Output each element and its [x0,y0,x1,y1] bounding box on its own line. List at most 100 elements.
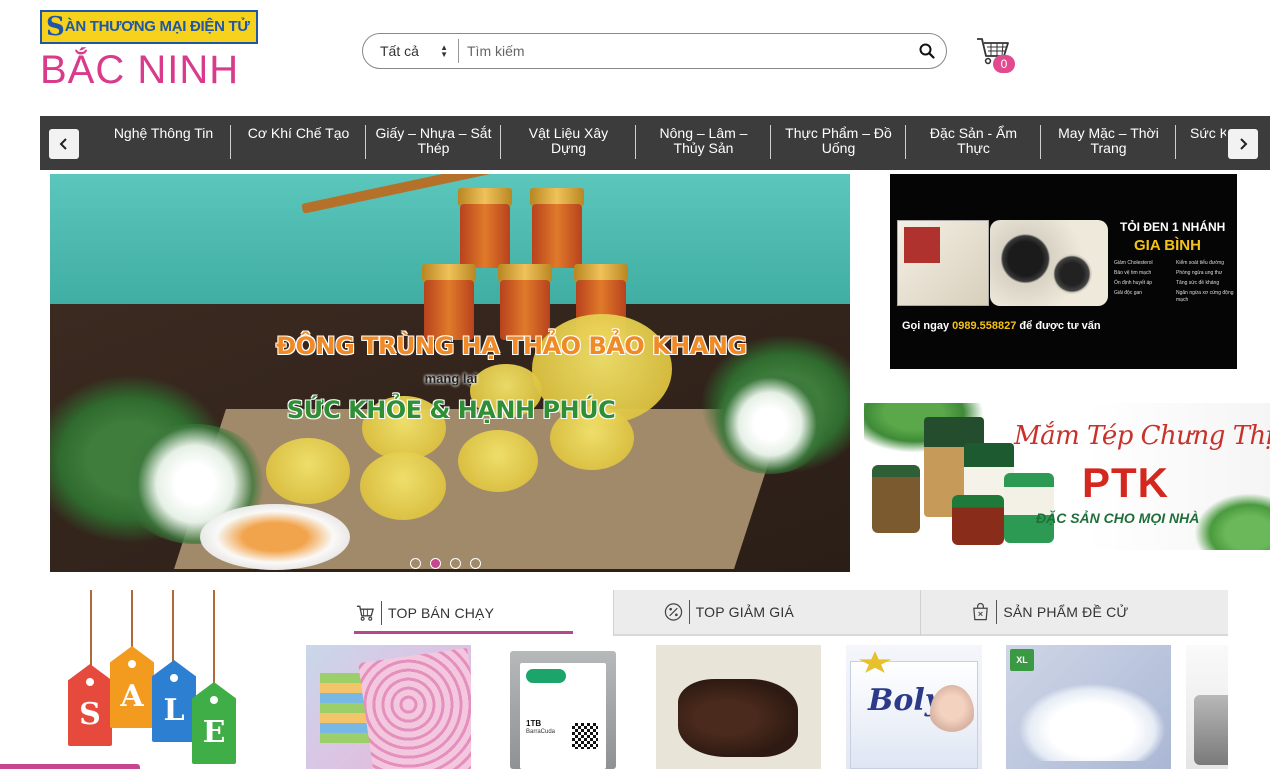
category-item[interactable]: Giấy – Nhựa – Sắt Thép [366,116,501,170]
cart-count-badge: 0 [993,55,1015,73]
garlic-title: TỎI ĐEN 1 NHÁNH [1120,220,1226,234]
product-card-dried-meat[interactable] [656,645,821,769]
hero-subtitle: mang lại [424,371,478,386]
sale-tag-e: E [192,682,236,764]
bag-icon [971,600,998,624]
product-card-shoes[interactable]: XL [1006,645,1171,769]
category-item[interactable]: Nông – Lâm – Thủy Sản [636,116,771,170]
garlic-benefit: Giải độc gan [1114,290,1143,296]
shrimp-product-jar [872,465,920,533]
garlic-benefit: Bảo vệ tim mạch [1114,270,1152,276]
logo-top-banner: SÀN THƯƠNG MẠI ĐIỆN TỬ [40,10,258,44]
garlic-brand: GIA BÌNH [1134,237,1201,254]
product-card-partial[interactable] [1186,645,1228,769]
garlic-product-box [897,220,989,306]
category-item[interactable]: Cơ Khí Chế Tạo [231,116,366,170]
shrimp-product-jar [1004,473,1054,543]
shrimp-title: Mắm Tép Chưng Thịt [1014,421,1270,451]
shoe-image [1018,683,1166,761]
shrimp-paste-ad-banner[interactable]: Mắm Tép Chưng Thịt PTK ĐẶC SẢN CHO MỌI N… [864,403,1270,550]
page: SÀN THƯƠNG MẠI ĐIỆN TỬ BẮC NINH Tất cả ▲… [0,0,1281,769]
garlic-call-prefix: Gọi ngay [902,320,950,332]
hero-plate [200,504,350,570]
category-prev-button[interactable] [49,129,79,159]
garlic-call-suffix: để được tư vấn [1019,320,1101,332]
hero-slider[interactable]: ĐÔNG TRÙNG HẠ THẢO BẢO KHANG mang lại SỨ… [50,174,850,572]
product-tabs: TOP BÁN CHẠY TOP GIẢM GIÁ SẢN PHẨM ĐỀ CỬ [336,590,1229,636]
search-input[interactable] [459,43,908,59]
slider-dot[interactable] [410,558,421,569]
hero-flowers [710,374,830,474]
chevron-right-icon [1240,138,1248,150]
chat-widget-strip[interactable] [0,764,140,769]
category-label: Giấy – Nhựa – Sắt Thép [375,125,492,156]
search-bar: Tất cả ▲ ▼ [362,33,947,69]
category-item[interactable]: Nghệ Thông Tin [96,116,231,170]
garlic-benefit: Tăng sức đề kháng [1176,280,1220,286]
shrimp-leaf-decoration [1194,493,1270,550]
slider-dot-active[interactable] [430,558,441,569]
hero-jar [532,204,582,268]
hdd-model: BarraCuda [526,729,556,735]
site-logo[interactable]: SÀN THƯƠNG MẠI ĐIỆN TỬ BẮC NINH [40,10,258,96]
hero-cup [360,452,446,520]
cart-button[interactable]: 0 [976,36,1018,74]
category-list: Nghệ Thông Tin Cơ Khí Chế Tạo Giấy – Nhự… [96,116,1226,170]
tab-top-selling[interactable]: TOP BÁN CHẠY [336,590,613,636]
category-next-button[interactable] [1228,129,1258,159]
slider-dot[interactable] [470,558,481,569]
category-label: Cơ Khí Chế Tạo [247,125,350,141]
slider-dots [410,558,481,569]
select-arrows-icon: ▲ ▼ [440,43,448,59]
category-item[interactable]: Vật Liệu Xây Dựng [501,116,636,170]
sale-graphic[interactable]: S A L E [60,590,250,769]
cart-icon [356,601,382,625]
garlic-benefit: Phòng ngừa ung thư [1176,270,1223,276]
product-card-hdd[interactable]: 1TB BarraCuda [510,651,616,769]
garlic-photo [990,220,1108,306]
garlic-call-line: Gọi ngay 0989.558827 để được tư vấn [902,320,1101,332]
search-category-value: Tất cả [380,43,419,59]
tab-recommended[interactable]: SẢN PHẨM ĐỀ CỬ [920,590,1229,636]
search-category-select[interactable]: Tất cả ▲ ▼ [363,39,459,63]
category-item[interactable]: Đặc Sản - Ẩm Thực [906,116,1041,170]
hero-tagline: SỨC KHỎE & HẠNH PHÚC [286,396,616,424]
shrimp-brand: PTK [1082,459,1169,506]
garlic-benefit: Giảm Cholesterol [1114,260,1153,266]
garlic-phone: 0989.558827 [952,320,1017,332]
hero-title: ĐÔNG TRÙNG HẠ THẢO BẢO KHANG [276,332,747,360]
category-label: Nông – Lâm – Thủy Sản [659,125,748,156]
category-item[interactable]: May Mặc – Thời Trang [1041,116,1176,170]
seagate-logo [526,669,566,683]
garlic-ad-banner[interactable]: TỎI ĐEN 1 NHÁNH GIA BÌNH Giảm Cholestero… [890,174,1237,369]
sale-tag-s: S [68,664,112,746]
category-label: Nghệ Thông Tin [113,125,214,141]
sale-string [172,590,174,666]
sale-string [131,590,133,652]
category-label: Sức Kl [1190,125,1226,141]
tab-label: SẢN PHẨM ĐỀ CỬ [1003,604,1129,620]
tab-label: TOP GIẢM GIÁ [695,604,795,620]
sale-tag-a: A [110,646,154,728]
category-nav: Nghệ Thông Tin Cơ Khí Chế Tạo Giấy – Nhự… [40,116,1270,170]
hdd-capacity: 1TB [526,719,542,728]
category-item[interactable]: Sức Kl [1176,116,1226,170]
logo-city-text: BẮC NINH [40,48,240,92]
shrimp-product-jar [952,495,1004,545]
category-item[interactable]: Thực Phẩm – Đồ Uống [771,116,906,170]
garlic-benefit: Ổn định huyết áp [1114,280,1153,286]
logo-s-letter: S [46,12,65,42]
shoe-brand-logo: XL [1010,649,1034,671]
slider-dot[interactable] [450,558,461,569]
hero-jar [424,280,474,340]
sale-string [90,590,92,670]
tab-top-discount[interactable]: TOP GIẢM GIÁ [612,590,921,636]
search-button[interactable] [908,34,946,68]
category-label: Đặc Sản - Ẩm Thực [929,125,1018,156]
product-card-towels[interactable] [306,645,471,769]
sale-string [213,590,215,684]
shrimp-tagline: ĐẶC SẢN CHO MỌI NHÀ [1036,510,1200,526]
category-label: Vật Liệu Xây Dựng [528,125,609,156]
product-card-diapers[interactable]: Boly [846,645,982,769]
logo-top-text: ÀN THƯƠNG MẠI ĐIỆN TỬ [64,18,250,35]
